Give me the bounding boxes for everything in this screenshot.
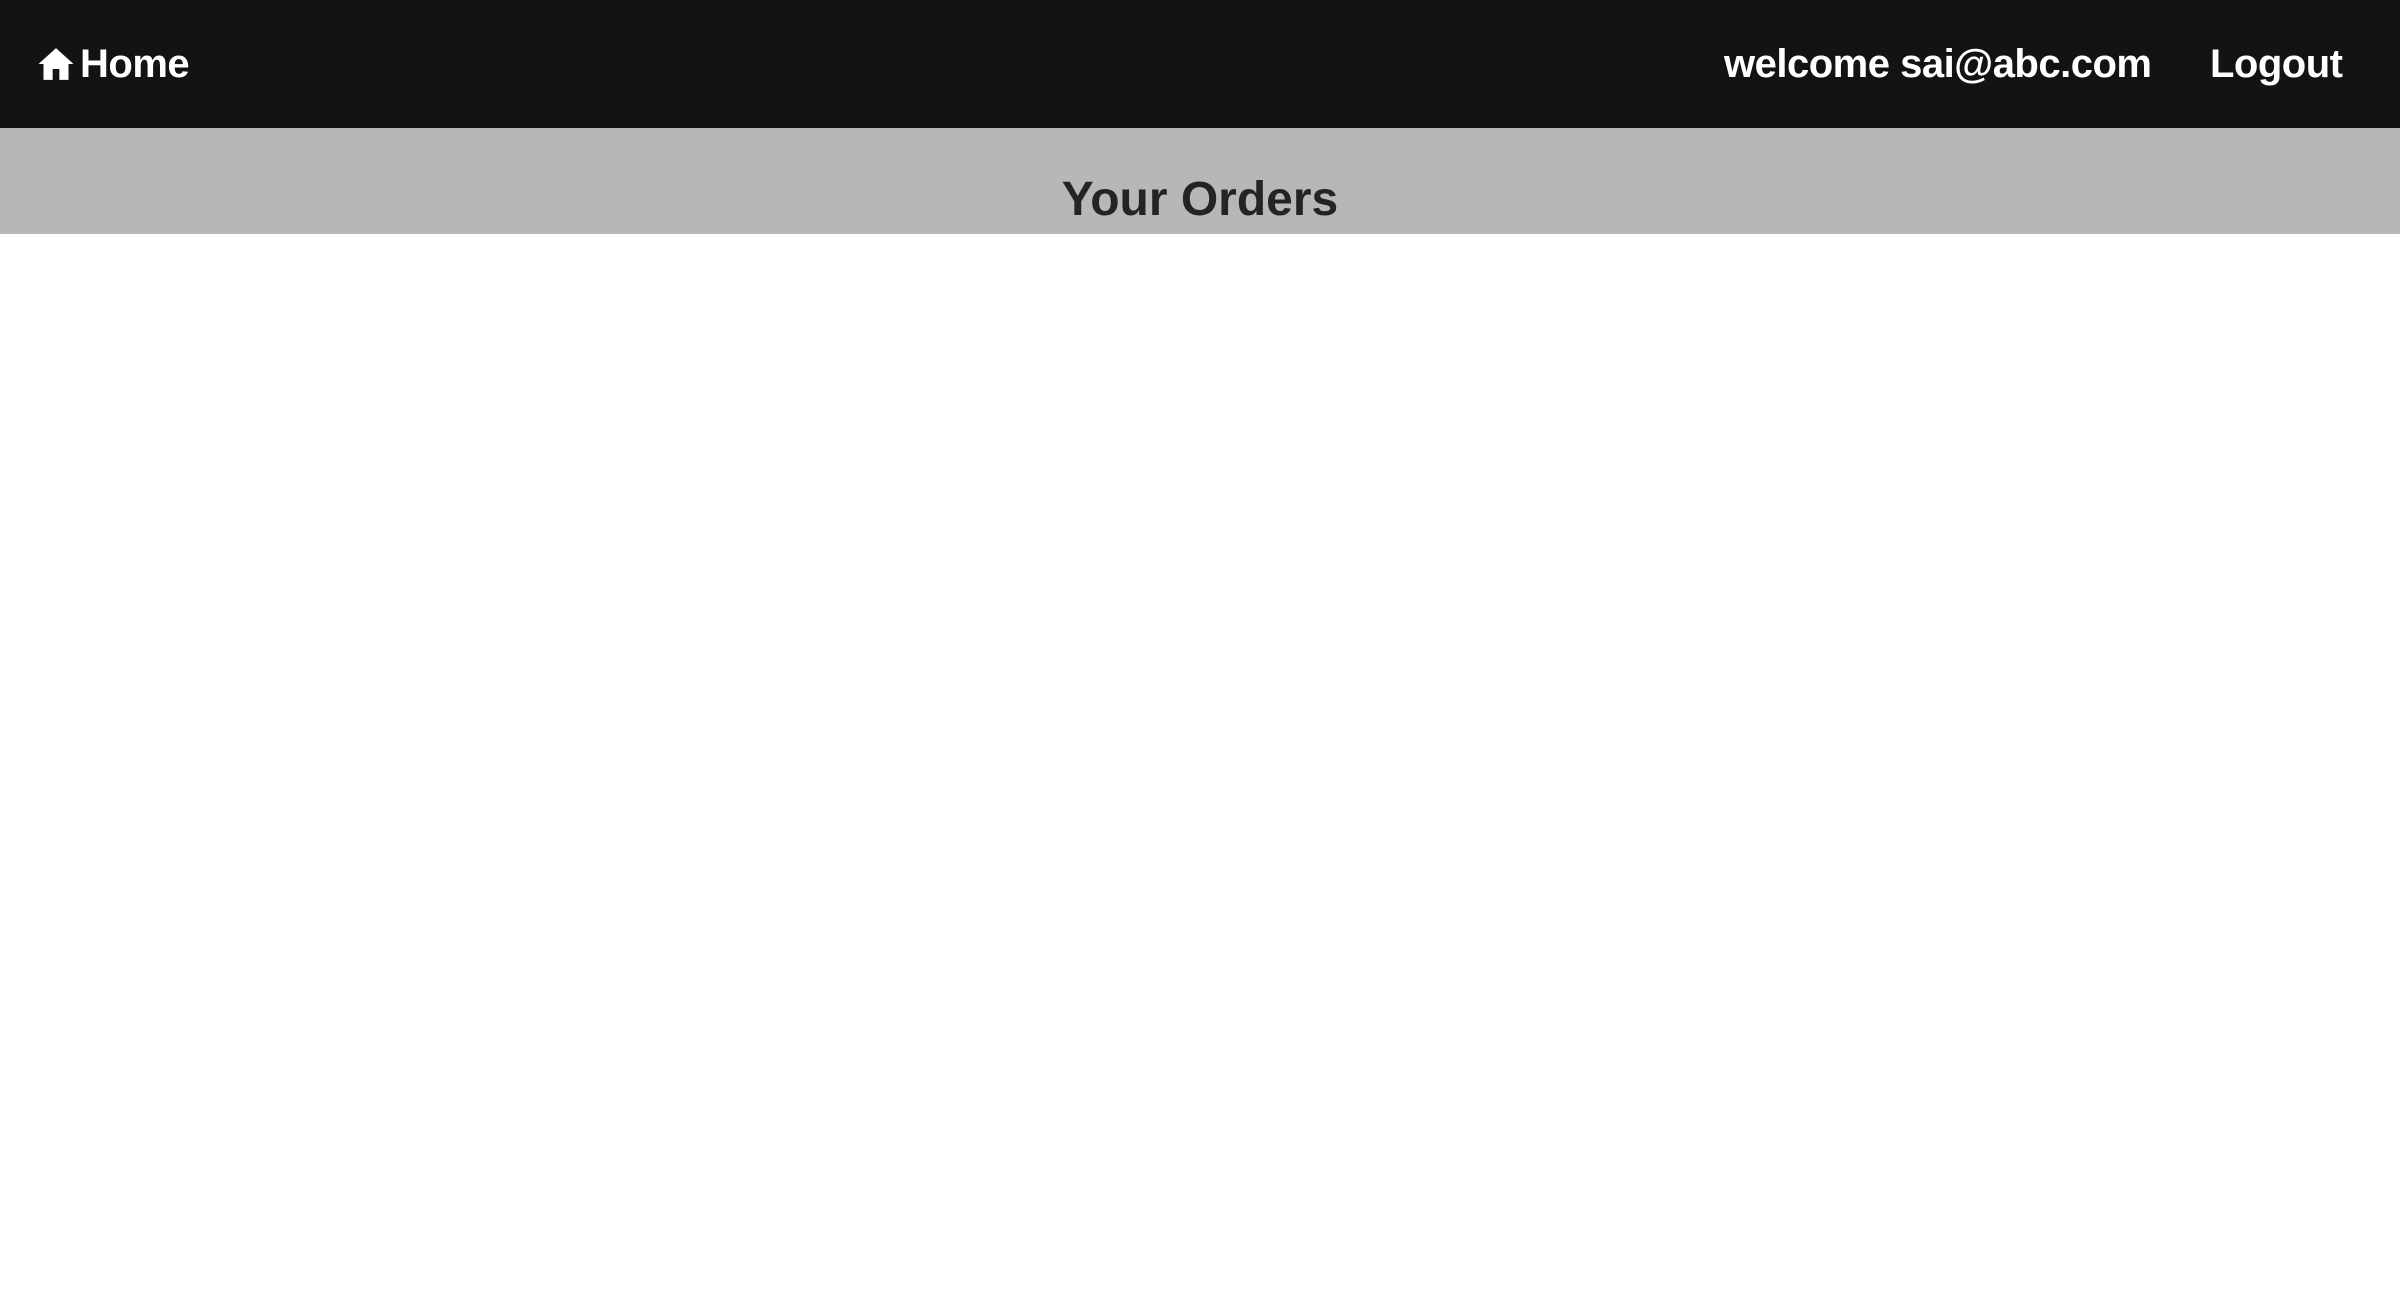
logout-link[interactable]: Logout xyxy=(2210,0,2343,128)
orders-content-area xyxy=(0,234,2400,1304)
home-link[interactable]: Home xyxy=(36,0,190,128)
welcome-message: welcome sai@abc.com xyxy=(1724,42,2152,86)
top-navbar: Home welcome sai@abc.com Logout xyxy=(0,0,2400,128)
page-title: Your Orders xyxy=(1061,173,1339,226)
home-label: Home xyxy=(80,41,190,86)
page-title-band: Your Orders xyxy=(0,128,2400,234)
home-icon xyxy=(36,44,76,84)
